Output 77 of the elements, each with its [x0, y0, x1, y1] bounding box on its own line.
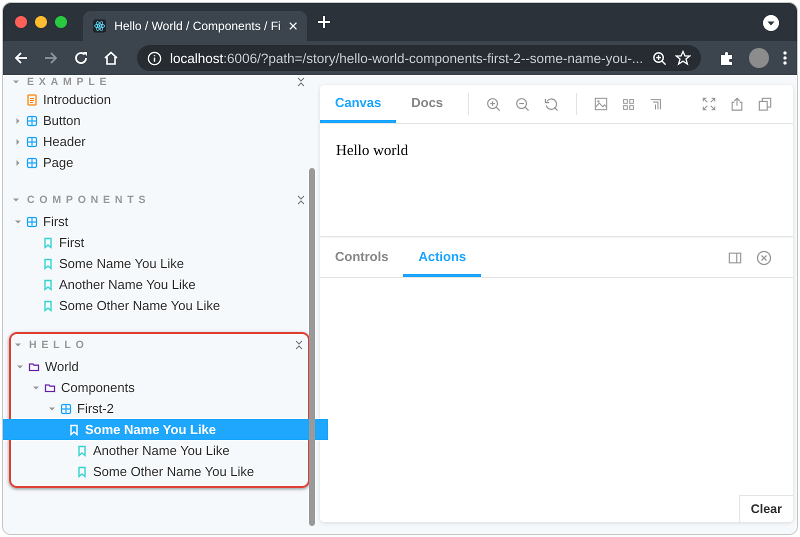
- folder-icon: [44, 382, 56, 394]
- caret-down-icon[interactable]: [49, 406, 55, 412]
- maximize-window-icon[interactable]: [55, 16, 67, 28]
- home-icon[interactable]: [103, 50, 119, 66]
- zoom-out-icon[interactable]: [515, 96, 530, 112]
- bookmark-icon: [76, 444, 88, 456]
- reset-zoom-icon[interactable]: [544, 96, 560, 112]
- url-text: localhost:6006/?path=/story/hello-world-components-first-2--some-name-you-...: [170, 50, 644, 66]
- tree-item[interactable]: Some Other Name You Like: [9, 295, 310, 316]
- caret-down-icon[interactable]: [15, 218, 21, 224]
- bookmark-icon: [68, 424, 80, 436]
- collapse-icon[interactable]: [296, 77, 306, 87]
- dropdown-icon[interactable]: [763, 15, 779, 31]
- caret-right-icon[interactable]: [15, 118, 21, 124]
- zoom-in-icon[interactable]: [486, 96, 502, 112]
- tree-item[interactable]: First: [9, 211, 310, 232]
- info-icon[interactable]: [147, 50, 162, 66]
- caret-down-icon[interactable]: [33, 384, 39, 390]
- kebab-menu-icon[interactable]: [783, 50, 787, 66]
- reload-icon[interactable]: [73, 50, 89, 66]
- caret-down-icon[interactable]: [17, 364, 23, 370]
- tree-item[interactable]: World: [11, 356, 308, 377]
- tree-item[interactable]: First: [9, 232, 310, 253]
- image-icon[interactable]: [594, 97, 608, 111]
- panel-orientation-icon[interactable]: [728, 250, 742, 264]
- grid-icon[interactable]: [622, 98, 636, 110]
- folder-icon: [28, 360, 40, 372]
- tree-item[interactable]: Introduction: [9, 89, 310, 110]
- caret-right-icon[interactable]: [15, 160, 21, 166]
- preview-text: Hello world: [336, 143, 408, 159]
- caret-icon[interactable]: [13, 79, 19, 85]
- caret-icon[interactable]: [13, 197, 19, 203]
- grid-icon: [26, 114, 38, 126]
- collapse-icon[interactable]: [294, 340, 304, 350]
- tree-item[interactable]: Button: [9, 110, 310, 131]
- tree-item[interactable]: Some Other Name You Like: [11, 461, 308, 482]
- scrollbar[interactable]: [309, 168, 315, 526]
- bookmark-icon: [42, 258, 54, 270]
- tree-item[interactable]: Some Name You Like: [9, 253, 310, 274]
- fullscreen-icon[interactable]: [702, 97, 716, 111]
- tree-item[interactable]: Page: [9, 152, 310, 173]
- zoom-icon[interactable]: [652, 50, 667, 66]
- minimize-window-icon[interactable]: [35, 16, 47, 28]
- bookmark-icon: [42, 300, 54, 312]
- back-arrow-icon[interactable]: [13, 50, 29, 66]
- tree-item[interactable]: Another Name You Like: [9, 274, 310, 295]
- bookmark-icon: [42, 278, 54, 290]
- copy-icon[interactable]: [758, 97, 772, 111]
- bookmark-icon: [42, 236, 54, 248]
- caret-icon[interactable]: [15, 342, 21, 348]
- bookmark-icon: [76, 466, 88, 478]
- tree-item[interactable]: First-2: [11, 398, 308, 419]
- tree-item[interactable]: Header: [9, 131, 310, 152]
- star-icon[interactable]: [675, 50, 691, 66]
- new-tab-icon[interactable]: [317, 15, 331, 29]
- addon-tab[interactable]: Controls: [320, 238, 404, 277]
- collapse-icon[interactable]: [296, 195, 306, 205]
- atom-icon: [93, 18, 106, 34]
- forward-arrow-icon[interactable]: [43, 50, 59, 66]
- document-icon: [26, 94, 38, 106]
- tab-title: Hello / World / Components / Fi: [114, 19, 281, 33]
- share-icon[interactable]: [730, 97, 744, 111]
- preview-tab[interactable]: Docs: [396, 85, 458, 123]
- caret-right-icon[interactable]: [15, 138, 21, 144]
- grid-icon: [60, 402, 72, 414]
- grid-icon: [26, 136, 38, 148]
- avatar[interactable]: [749, 48, 769, 68]
- grid-icon: [26, 216, 38, 228]
- tree-item[interactable]: Another Name You Like: [11, 440, 308, 461]
- close-window-icon[interactable]: [15, 16, 27, 28]
- outline-icon[interactable]: [649, 98, 662, 110]
- grid-icon: [26, 156, 38, 168]
- browser-tab[interactable]: Hello / World / Components / Fi: [83, 11, 307, 41]
- tree-item[interactable]: Components: [11, 377, 308, 398]
- address-bar[interactable]: localhost:6006/?path=/story/hello-world-components-first-2--some-name-you-...: [137, 45, 701, 71]
- clear-button[interactable]: Clear: [738, 495, 793, 522]
- puzzle-icon[interactable]: [719, 50, 735, 66]
